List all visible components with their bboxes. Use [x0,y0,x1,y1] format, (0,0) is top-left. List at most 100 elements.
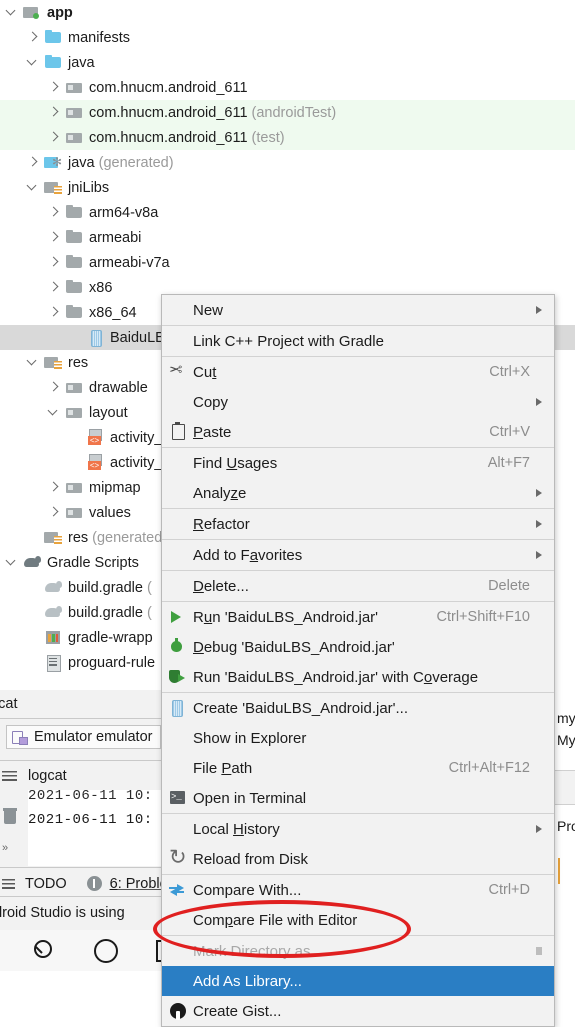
tree-row[interactable]: java(generated) [0,150,575,175]
menu-item-icon-placeholder [165,909,193,931]
tree-row-label: build.gradle [68,579,143,596]
chevron-right-icon[interactable] [25,150,40,175]
folder-gray-icon [65,229,84,246]
clear-logcat-icon[interactable] [3,808,17,824]
tree-row-qualifier: (test) [251,129,285,146]
submenu-arrow-icon [530,295,544,325]
sliver-text-line: my [557,710,575,726]
tree-row-qualifier: (androidTest) [251,104,337,121]
todo-tab-label[interactable]: TODO [25,876,67,892]
tree-row-label: jniLibs [68,179,110,196]
chevron-right-icon[interactable] [46,200,61,225]
menu-item-run-baidulbs-android-jar-with-coverage[interactable]: Run 'BaiduLBS_Android.jar' with Coverage [162,662,554,692]
tree-row[interactable]: com.hnucm.android_611 (androidTest) [0,100,575,125]
tree-row[interactable]: arm64-v8a [0,200,575,225]
chevron-right-icon[interactable] [46,125,61,150]
chevron-right-icon[interactable] [46,75,61,100]
todo-icon [2,877,20,891]
menu-item-open-in-terminal[interactable]: Open in Terminal [162,783,554,813]
chevron-right-icon[interactable] [46,100,61,125]
device-combo[interactable]: Emulator emulator [6,724,162,749]
menu-item-icon-placeholder [165,727,193,749]
right-panel-sliver: my My Pro [553,690,575,971]
chevron-right-icon[interactable] [46,225,61,250]
chevron-right-icon[interactable] [46,375,61,400]
chevron-down-icon[interactable] [25,175,40,200]
tree-twisty-placeholder [67,450,82,475]
menu-item-create-baidulbs-android-jar[interactable]: Create 'BaiduLBS_Android.jar'... [162,693,554,723]
menu-item-local-history[interactable]: Local History [162,814,554,844]
folder-blue-icon [44,54,63,71]
chevron-down-icon[interactable] [46,400,61,425]
menu-item-analyze[interactable]: Analyze [162,478,554,508]
menu-item-show-in-explorer[interactable]: Show in Explorer [162,723,554,753]
menu-item-shortcut: Ctrl+D [488,882,531,898]
chevron-down-icon[interactable] [25,350,40,375]
chevron-right-icon[interactable] [25,25,40,50]
expand-chevrons-icon[interactable]: » [2,842,8,854]
menu-item-icon-placeholder [165,330,193,352]
paste-icon [165,421,193,443]
chevron-down-icon[interactable] [4,0,19,25]
folder-gray-icon [65,254,84,271]
menu-item-refactor[interactable]: Refactor [162,509,554,539]
menu-item-label: Debug 'BaiduLBS_Android.jar' [193,638,395,656]
tree-twisty-placeholder [67,425,82,450]
jar-file-icon [86,329,105,347]
tree-row[interactable]: com.hnucm.android_611 [0,75,575,100]
menu-item-shortcut: Ctrl+Alt+F12 [448,760,530,776]
menu-item-add-to-favorites[interactable]: Add to Favorites [162,540,554,570]
chevron-right-icon[interactable] [46,500,61,525]
tree-row[interactable]: java [0,50,575,75]
search-icon[interactable] [28,930,62,971]
task-view-icon[interactable] [88,930,122,971]
tree-row[interactable]: armeabi [0,225,575,250]
tree-row[interactable]: jniLibs [0,175,575,200]
tree-row[interactable]: armeabi-v7a [0,250,575,275]
menu-item-compare-file-with-editor[interactable]: Compare File with Editor [162,905,554,935]
chevron-down-icon[interactable] [25,50,40,75]
sliver-accent-bar [558,858,560,884]
menu-item-shortcut: Ctrl+V [489,424,530,440]
logcat-gutter: » [0,790,28,866]
tree-row[interactable]: manifests [0,25,575,50]
menu-item-shortcut: Alt+F7 [487,455,530,471]
chevron-right-icon[interactable] [46,250,61,275]
menu-item-icon-placeholder [165,452,193,474]
menu-item-file-path[interactable]: File Path Ctrl+Alt+F12 [162,753,554,783]
menu-item-cut[interactable]: Cut Ctrl+X [162,357,554,387]
context-menu[interactable]: New Link C++ Project with Gradle Cut Ctrl+X… [161,294,555,1027]
menu-item-shortcut: Delete [488,578,530,594]
menu-item-copy[interactable]: Copy [162,387,554,417]
folder-gray-icon [65,279,84,296]
tree-row[interactable]: app [0,0,575,25]
folder-gray-icon [65,304,84,321]
menu-item-paste[interactable]: Paste Ctrl+V [162,417,554,447]
tree-row-label: armeabi [89,229,142,246]
chevron-right-icon[interactable] [46,475,61,500]
menu-item-label: Create Gist... [193,1002,282,1020]
tree-row-label: res [68,529,89,546]
menu-item-reload-from-disk[interactable]: Reload from Disk [162,844,554,874]
menu-item-delete[interactable]: Delete... Delete [162,571,554,601]
menu-item-compare-with[interactable]: Compare With... Ctrl+D [162,875,554,905]
menu-item-run-baidulbs-android-jar[interactable]: Run 'BaiduLBS_Android.jar' Ctrl+Shift+F10 [162,602,554,632]
chevron-down-icon[interactable] [4,550,19,575]
package-icon [65,129,84,146]
menu-item-new[interactable]: New [162,295,554,325]
tree-twisty-placeholder [25,575,40,600]
tree-row-label: com.hnucm.android_611 [89,104,248,121]
tree-row-label: x86 [89,279,113,296]
chevron-right-icon[interactable] [46,300,61,325]
tree-row[interactable]: com.hnucm.android_611 (test) [0,125,575,150]
submenu-arrow-icon [530,387,544,417]
chevron-right-icon[interactable] [46,275,61,300]
menu-item-label: Link C++ Project with Gradle [193,332,384,350]
menu-item-icon-placeholder [165,940,193,962]
menu-item-debug-baidulbs-android-jar[interactable]: Debug 'BaiduLBS_Android.jar' [162,632,554,662]
menu-item-create-gist[interactable]: Create Gist... [162,996,554,1026]
tree-row-label: armeabi-v7a [89,254,170,271]
menu-item-link-c-project-with-gradle[interactable]: Link C++ Project with Gradle [162,326,554,356]
problems-info-icon [86,875,104,893]
menu-item-find-usages[interactable]: Find Usages Alt+F7 [162,448,554,478]
